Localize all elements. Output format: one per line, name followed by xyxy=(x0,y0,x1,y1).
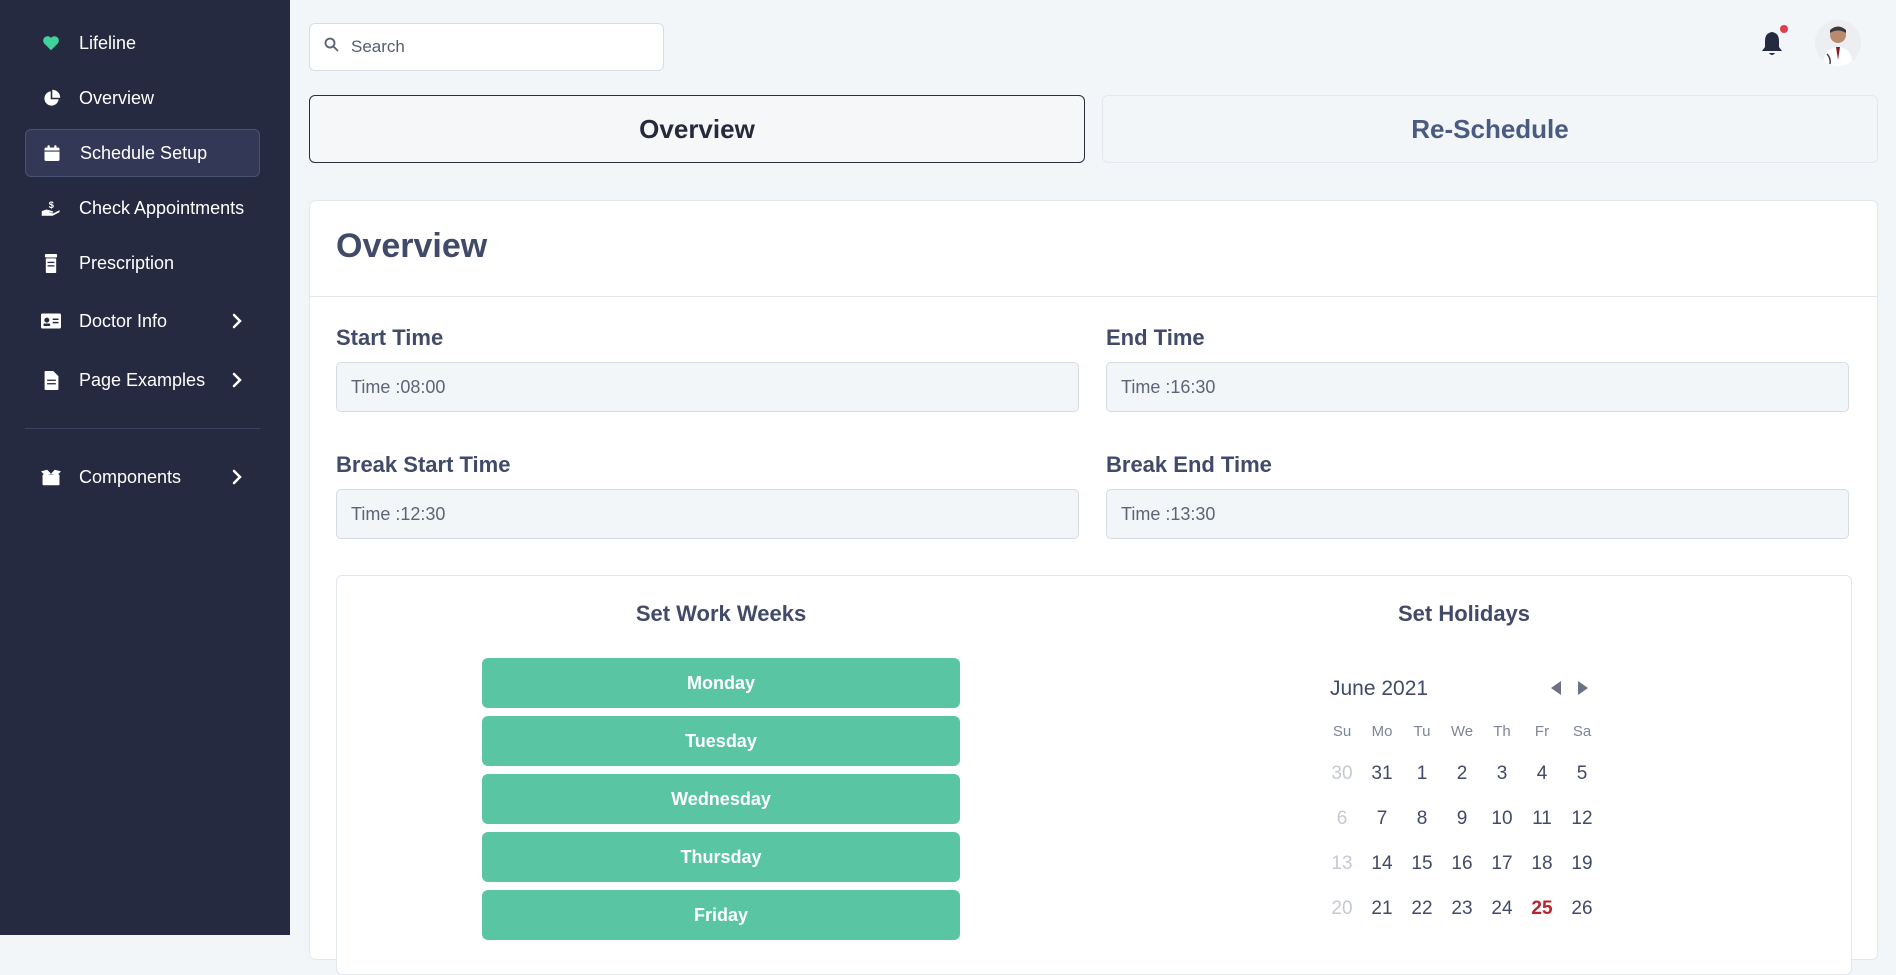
sidebar-item-doctor-info[interactable]: Doctor Info xyxy=(25,297,260,345)
sidebar-item-components[interactable]: Components xyxy=(25,453,260,501)
sidebar-item-lifeline[interactable]: Lifeline xyxy=(25,19,260,67)
calendar-day[interactable]: 2 xyxy=(1442,763,1482,785)
calendar-weekday-header: Mo xyxy=(1371,723,1393,740)
caret-right-icon xyxy=(1576,681,1590,700)
calendar-day[interactable]: 21 xyxy=(1362,898,1402,920)
hand-dollar-icon: $ xyxy=(41,198,61,218)
start-time-label: Start Time xyxy=(336,325,444,350)
calendar-icon xyxy=(42,143,62,163)
calendar-month-label: June 2021 xyxy=(1330,677,1429,700)
document-icon xyxy=(41,253,61,273)
notification-bell-button[interactable] xyxy=(1760,30,1786,60)
calendar-day[interactable]: 23 xyxy=(1442,898,1482,920)
sidebar-item-overview[interactable]: Overview xyxy=(25,74,260,122)
calendar-day[interactable]: 7 xyxy=(1362,808,1402,830)
day-button-thursday[interactable]: Thursday xyxy=(482,832,960,882)
calendar-day[interactable]: 13 xyxy=(1322,853,1362,875)
sidebar-item-label: Schedule Setup xyxy=(80,142,208,163)
sidebar-item-label: Check Appointments xyxy=(79,197,245,218)
calendar-next-button[interactable] xyxy=(1576,680,1592,698)
calendar-day[interactable]: 14 xyxy=(1362,853,1402,875)
calendar-weekday-header: Su xyxy=(1332,723,1352,740)
calendar-day[interactable]: 16 xyxy=(1442,853,1482,875)
svg-text:$: $ xyxy=(49,200,54,210)
calendar-day[interactable]: 25 xyxy=(1522,898,1562,920)
calendar-day[interactable]: 8 xyxy=(1402,808,1442,830)
search-input[interactable] xyxy=(349,36,643,58)
day-button-friday[interactable]: Friday xyxy=(482,890,960,940)
calendar-day[interactable]: 24 xyxy=(1482,898,1522,920)
calendar-day[interactable]: 11 xyxy=(1522,808,1562,830)
search-box[interactable] xyxy=(309,23,664,71)
end-time-label: End Time xyxy=(1106,325,1205,350)
end-time-input[interactable] xyxy=(1106,362,1849,412)
card-divider xyxy=(310,296,1877,297)
caret-left-icon xyxy=(1549,681,1563,700)
sidebar-divider xyxy=(25,428,260,429)
calendar-day[interactable]: 1 xyxy=(1402,763,1442,785)
break-start-time-input[interactable] xyxy=(336,489,1079,539)
sidebar-item-label: Overview xyxy=(79,87,155,108)
calendar-day[interactable]: 19 xyxy=(1562,853,1602,875)
calendar-weekday-header: Th xyxy=(1493,723,1511,740)
sidebar-item-prescription[interactable]: Prescription xyxy=(25,239,260,287)
pie-chart-icon xyxy=(41,88,61,108)
work-weeks-title: Set Work Weeks xyxy=(635,601,807,626)
tab-reschedule[interactable]: Re-Schedule xyxy=(1102,95,1878,163)
sidebar-item-label: Page Examples xyxy=(79,369,206,390)
calendar-day[interactable]: 20 xyxy=(1322,898,1362,920)
calendar-day[interactable]: 4 xyxy=(1522,763,1562,785)
calendar-day[interactable]: 10 xyxy=(1482,808,1522,830)
calendar-day[interactable]: 9 xyxy=(1442,808,1482,830)
search-icon xyxy=(324,37,339,57)
tab-overview[interactable]: Overview xyxy=(309,95,1085,163)
holidays-title: Set Holidays xyxy=(1397,601,1531,626)
calendar-weekday-header: Sa xyxy=(1572,723,1592,740)
file-icon xyxy=(41,370,61,390)
sidebar-item-page-examples[interactable]: Page Examples xyxy=(25,356,260,404)
break-end-time-input[interactable] xyxy=(1106,489,1849,539)
calendar-day[interactable]: 22 xyxy=(1402,898,1442,920)
calendar-day[interactable]: 30 xyxy=(1322,763,1362,785)
bell-icon xyxy=(1760,32,1784,62)
heart-icon xyxy=(41,33,61,53)
sidebar-item-check-appointments[interactable]: $ Check Appointments xyxy=(25,184,260,232)
boxes-icon xyxy=(41,467,61,487)
sidebar-item-label: Prescription xyxy=(79,252,175,273)
start-time-input[interactable] xyxy=(336,362,1079,412)
day-button-tuesday[interactable]: Tuesday xyxy=(482,716,960,766)
calendar-day[interactable]: 15 xyxy=(1402,853,1442,875)
chevron-right-icon xyxy=(228,311,246,331)
sidebar-item-label: Components xyxy=(79,466,182,487)
sidebar-item-schedule-setup[interactable]: Schedule Setup xyxy=(25,129,260,177)
calendar-day[interactable]: 18 xyxy=(1522,853,1562,875)
calendar-weekday-header: We xyxy=(1450,723,1474,740)
calendar-day[interactable]: 26 xyxy=(1562,898,1602,920)
calendar-day[interactable]: 6 xyxy=(1322,808,1362,830)
break-end-time-label: Break End Time xyxy=(1106,452,1272,477)
calendar-weekday-header: Tu xyxy=(1413,723,1431,740)
chevron-right-icon xyxy=(228,370,246,390)
chevron-right-icon xyxy=(228,467,246,487)
calendar-day[interactable]: 3 xyxy=(1482,763,1522,785)
calendar-day[interactable]: 17 xyxy=(1482,853,1522,875)
day-button-monday[interactable]: Monday xyxy=(482,658,960,708)
card-title: Overview xyxy=(336,227,488,265)
id-card-icon xyxy=(41,311,61,331)
calendar-weekday-header: Fr xyxy=(1534,723,1550,740)
sidebar-item-label: Doctor Info xyxy=(79,310,168,331)
calendar-day[interactable]: 31 xyxy=(1362,763,1402,785)
break-start-time-label: Break Start Time xyxy=(336,452,511,477)
schedule-panel: Set Work Weeks Monday Tuesday Wednesday … xyxy=(336,575,1852,975)
notification-dot xyxy=(1780,25,1788,33)
avatar[interactable] xyxy=(1815,20,1861,66)
overview-card: Overview Start Time End Time Break Start… xyxy=(309,200,1878,975)
calendar-prev-button[interactable] xyxy=(1549,680,1565,698)
day-button-wednesday[interactable]: Wednesday xyxy=(482,774,960,824)
calendar-day[interactable]: 5 xyxy=(1562,763,1602,785)
sidebar-item-label: Lifeline xyxy=(79,32,137,53)
calendar-day[interactable]: 12 xyxy=(1562,808,1602,830)
sidebar: Lifeline Overview Schedule Setup $ Check… xyxy=(0,0,290,935)
